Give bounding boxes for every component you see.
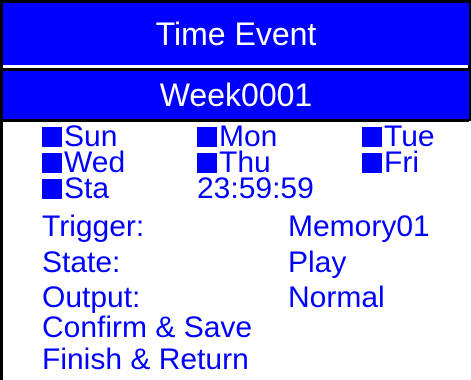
state-label: State:: [42, 246, 121, 279]
output-label: Output:: [42, 281, 141, 314]
time-field[interactable]: 23:59:59: [197, 174, 314, 204]
day-checkbox-sta[interactable]: Sta: [42, 174, 109, 204]
title-bar: Time Event: [3, 3, 469, 65]
event-name: Week0001: [159, 76, 313, 113]
checkbox-checked-icon: [362, 127, 382, 147]
checkbox-checked-icon: [42, 179, 62, 199]
event-name-bar[interactable]: Week0001: [3, 68, 469, 122]
checkbox-checked-icon: [362, 153, 382, 173]
time-event-screen: Time Event Week0001 Sun Mon Tue Wed Thu …: [0, 0, 471, 380]
output-value[interactable]: Normal: [288, 283, 385, 313]
day-checkbox-fri[interactable]: Fri: [362, 148, 419, 178]
day-label: Fri: [384, 146, 419, 179]
confirm-save-button[interactable]: Confirm & Save: [42, 313, 252, 343]
checkbox-checked-icon: [42, 153, 62, 173]
checkbox-checked-icon: [197, 127, 217, 147]
checkbox-checked-icon: [197, 153, 217, 173]
state-value[interactable]: Play: [288, 248, 346, 278]
trigger-label: Trigger:: [42, 210, 145, 243]
finish-return-button[interactable]: Finish & Return: [42, 345, 249, 375]
page-title: Time Event: [155, 15, 317, 52]
trigger-value[interactable]: Memory01: [288, 212, 430, 242]
checkbox-checked-icon: [42, 127, 62, 147]
day-label: Sta: [64, 172, 110, 205]
